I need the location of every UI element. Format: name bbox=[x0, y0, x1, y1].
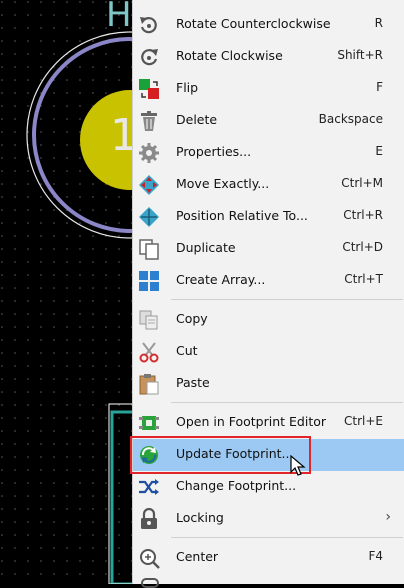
menu-item-rotate-ccw[interactable]: Rotate Counterclockwise R bbox=[133, 9, 404, 41]
menu-item-label: Cut bbox=[176, 343, 198, 358]
menu-separator bbox=[171, 299, 403, 300]
menu-item-shortcut: Shift+R bbox=[337, 48, 383, 62]
svg-text:H: H bbox=[106, 0, 132, 35]
menu-item-shortcut: F4 bbox=[368, 549, 383, 563]
scissors-icon bbox=[138, 341, 160, 363]
menu-item-shortcut: Ctrl+R bbox=[343, 208, 383, 222]
update-icon bbox=[138, 444, 160, 466]
menu-item-move-exactly[interactable]: Move Exactly... Ctrl+M bbox=[133, 169, 404, 201]
trash-icon bbox=[138, 110, 160, 132]
menu-item-label: Copy bbox=[176, 311, 208, 326]
menu-item-shortcut: E bbox=[375, 144, 383, 158]
menu-item-shortcut: Backspace bbox=[318, 112, 383, 126]
menu-item-label: Rotate Counterclockwise bbox=[176, 16, 331, 31]
menu-item-label: Create Array... bbox=[176, 272, 266, 287]
menu-item-cut[interactable]: Cut bbox=[133, 336, 404, 368]
menu-item-label: Open in Footprint Editor bbox=[176, 414, 327, 429]
menu-item-flip[interactable]: Flip F bbox=[133, 73, 404, 105]
menu-item-label: Duplicate bbox=[176, 240, 236, 255]
rotate-ccw-icon bbox=[138, 14, 160, 36]
menu-item-label: Locking bbox=[176, 510, 224, 525]
rotate-cw-icon bbox=[138, 46, 160, 68]
flip-icon bbox=[138, 78, 160, 100]
menu-item-label: Move Exactly... bbox=[176, 176, 270, 191]
position-relative-icon bbox=[138, 206, 160, 228]
menu-item-rotate-cw[interactable]: Rotate Clockwise Shift+R bbox=[133, 41, 404, 73]
menu-item-properties[interactable]: Properties... E bbox=[133, 137, 404, 169]
menu-item-label: Change Footprint... bbox=[176, 478, 297, 493]
lock-icon bbox=[138, 508, 160, 530]
center-icon bbox=[138, 547, 160, 569]
menu-separator bbox=[171, 402, 403, 403]
menu-item-locking[interactable]: Locking › bbox=[133, 503, 404, 535]
menu-item-create-array[interactable]: Create Array... Ctrl+T bbox=[133, 265, 404, 297]
menu-item-center[interactable]: Center F4 bbox=[133, 542, 404, 574]
menu-item-label: Delete bbox=[176, 112, 218, 127]
menu-item-label: Properties... bbox=[176, 144, 252, 159]
menu-item-position-relative[interactable]: Position Relative To... Ctrl+R bbox=[133, 201, 404, 233]
context-menu: Rotate Counterclockwise R Rotate Clockwi… bbox=[132, 0, 404, 588]
move-exactly-icon bbox=[138, 174, 160, 196]
menu-item-copy[interactable]: Copy bbox=[133, 304, 404, 336]
menu-item-paste[interactable]: Paste bbox=[133, 368, 404, 400]
menu-item-shortcut: Ctrl+D bbox=[342, 240, 383, 254]
menu-item-update-footprint[interactable]: Update Footprint... bbox=[133, 439, 404, 471]
copy-icon bbox=[138, 309, 160, 331]
menu-item-shortcut: Ctrl+E bbox=[344, 414, 383, 428]
menu-item-label: Paste bbox=[176, 375, 210, 390]
menu-item-delete[interactable]: Delete Backspace bbox=[133, 105, 404, 137]
menu-separator bbox=[171, 537, 403, 538]
duplicate-icon bbox=[138, 238, 160, 260]
menu-item-label: Flip bbox=[176, 80, 199, 95]
footprint-editor-icon bbox=[138, 412, 160, 434]
menu-item-change-footprint[interactable]: Change Footprint... bbox=[133, 471, 404, 503]
paste-icon bbox=[138, 373, 160, 395]
menu-item-label: Position Relative To... bbox=[176, 208, 308, 223]
menu-item-shortcut: F bbox=[376, 80, 383, 94]
shuffle-icon bbox=[138, 476, 160, 498]
next-item-icon bbox=[141, 578, 159, 588]
menu-item-shortcut: Ctrl+T bbox=[344, 272, 383, 286]
menu-item-shortcut: R bbox=[374, 16, 383, 30]
menu-item-label: Rotate Clockwise bbox=[176, 48, 283, 63]
menu-item-open-footprint-editor[interactable]: Open in Footprint Editor Ctrl+E bbox=[133, 407, 404, 439]
mouse-cursor-icon bbox=[290, 455, 306, 476]
menu-item-label: Center bbox=[176, 549, 219, 564]
menu-item-duplicate[interactable]: Duplicate Ctrl+D bbox=[133, 233, 404, 265]
array-icon bbox=[138, 270, 160, 292]
gear-icon bbox=[138, 142, 160, 164]
menu-item-label: Update Footprint... bbox=[176, 446, 294, 461]
submenu-arrow-icon: › bbox=[385, 509, 391, 525]
menu-item-shortcut: Ctrl+M bbox=[341, 176, 383, 190]
